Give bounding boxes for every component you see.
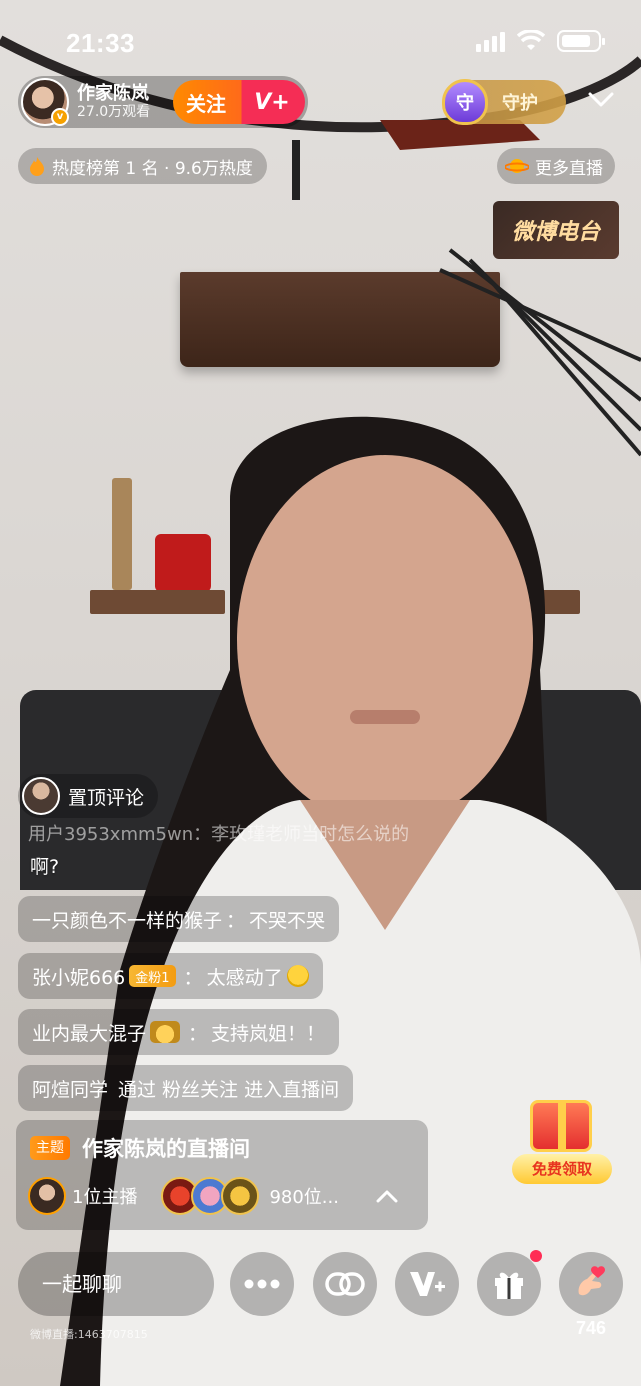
comment-text: 支持岚姐！！ [211, 1022, 326, 1045]
host-info: 作家陈岚 27.0万观看 [77, 82, 151, 121]
join-text: 通过 粉丝关注 进入直播间 [118, 1078, 340, 1101]
follow-button-group: 关注 V+ [173, 80, 305, 124]
pinned-comment-chip[interactable]: 置顶评论 [18, 774, 159, 818]
guard-button[interactable]: 守 守护 [442, 79, 566, 125]
comment-separator: ： [183, 966, 203, 989]
vplus-button[interactable] [395, 1252, 459, 1316]
vplus-icon [410, 1272, 445, 1296]
gift-button[interactable] [477, 1252, 541, 1316]
host-viewers: 27.0万观看 [77, 104, 151, 121]
comment-user: 业内最大混子 [32, 1022, 147, 1045]
follow-button[interactable]: 关注 [173, 88, 239, 117]
status-icons [476, 30, 605, 52]
more-live-label: 更多直播 [535, 158, 603, 179]
faded-comment: 用户3953xmm5wn：李玫瑾老师当时怎么说的 [28, 824, 410, 842]
more-button[interactable] [230, 1252, 294, 1316]
free-gift-label: 免费领取 [512, 1154, 612, 1184]
gift-icon [495, 1272, 523, 1299]
more-live-chip[interactable]: 更多直播 [497, 148, 615, 184]
chat-input[interactable]: 一起聊聊 [18, 1252, 214, 1316]
topic-host-count: 1位主播 [72, 1187, 138, 1208]
verified-badge: v [51, 108, 69, 126]
guard-shield-icon: 守 [442, 79, 488, 125]
topic-tag: 主题 [30, 1136, 70, 1160]
like-count: 746 [576, 1318, 607, 1338]
comment-text: 太感动了 [206, 966, 283, 989]
pinned-avatar [22, 777, 60, 815]
free-gift-promo[interactable]: 免费领取 [512, 1096, 612, 1188]
host-name: 作家陈岚 [77, 82, 149, 104]
more-dots-icon [244, 1279, 280, 1289]
hot-rank-text: 热度榜第 1 名 · 9.6万热度 [52, 158, 253, 179]
gift-box-icon [530, 1100, 592, 1152]
like-button[interactable] [559, 1252, 623, 1316]
weibo-radio-badge[interactable]: 微博电台 [493, 201, 619, 259]
gold-fan-badge: 金粉1 [129, 965, 176, 987]
status-time: 21:33 [66, 28, 135, 58]
crying-emoji-icon [286, 965, 309, 987]
pinned-comment-label: 置顶评论 [68, 786, 145, 809]
chevron-up-icon[interactable] [376, 1189, 398, 1203]
hot-rank-chip[interactable]: 热度榜第 1 名 · 9.6万热度 [18, 148, 267, 184]
link-button[interactable] [313, 1252, 377, 1316]
battery-icon [557, 30, 605, 52]
host-pill[interactable]: v 作家陈岚 27.0万观看 关注 V+ [18, 76, 308, 128]
topic-host-avatar[interactable] [28, 1177, 66, 1215]
comment-user: 张小妮666 [32, 966, 126, 989]
planet-icon [505, 159, 529, 173]
guard-label: 守护 [502, 93, 538, 114]
crown-badge-icon [150, 1021, 181, 1043]
comment-item[interactable]: 张小妮666 金粉1 ： 太感动了 [18, 953, 323, 999]
topic-fan-count: 980位... [269, 1187, 339, 1208]
comment-user: 一只颜色不一样的猴子 [32, 909, 223, 932]
chevron-down-icon[interactable] [588, 90, 614, 110]
room-id: 微博直播:1463707815 [30, 1328, 148, 1341]
comment-item[interactable]: 业内最大混子 ： 支持岚姐！！ [18, 1009, 340, 1055]
wifi-icon [517, 30, 545, 50]
vplus-subscribe-button[interactable]: V+ [239, 90, 305, 115]
comment-separator: ： [226, 909, 246, 932]
gift-notification-dot [530, 1250, 542, 1262]
join-notice: 阿煊同学 通过 粉丝关注 进入直播间 [18, 1065, 354, 1111]
topic-title: 作家陈岚的直播间 [82, 1137, 250, 1161]
topic-row: 1位主播 980位... [28, 1176, 416, 1216]
comment-text: 不哭不哭 [249, 909, 326, 932]
fan-avatars[interactable] [161, 1177, 260, 1215]
signal-icon [476, 30, 505, 52]
join-user: 阿煊同学 [32, 1078, 109, 1101]
flame-icon [30, 157, 44, 176]
topic-card[interactable]: 主题 作家陈岚的直播间 1位主播 980位... [16, 1120, 428, 1230]
comment-item[interactable]: 一只颜色不一样的猴子 ： 不哭不哭 [18, 896, 340, 942]
comment-separator: ： [188, 1022, 208, 1045]
host-avatar[interactable]: v [21, 78, 69, 126]
link-icon [325, 1272, 365, 1296]
finger-heart-icon [578, 1266, 605, 1296]
weibo-radio-label: 微博电台 [512, 214, 600, 246]
faded-comment-tail: 啊? [30, 856, 60, 878]
